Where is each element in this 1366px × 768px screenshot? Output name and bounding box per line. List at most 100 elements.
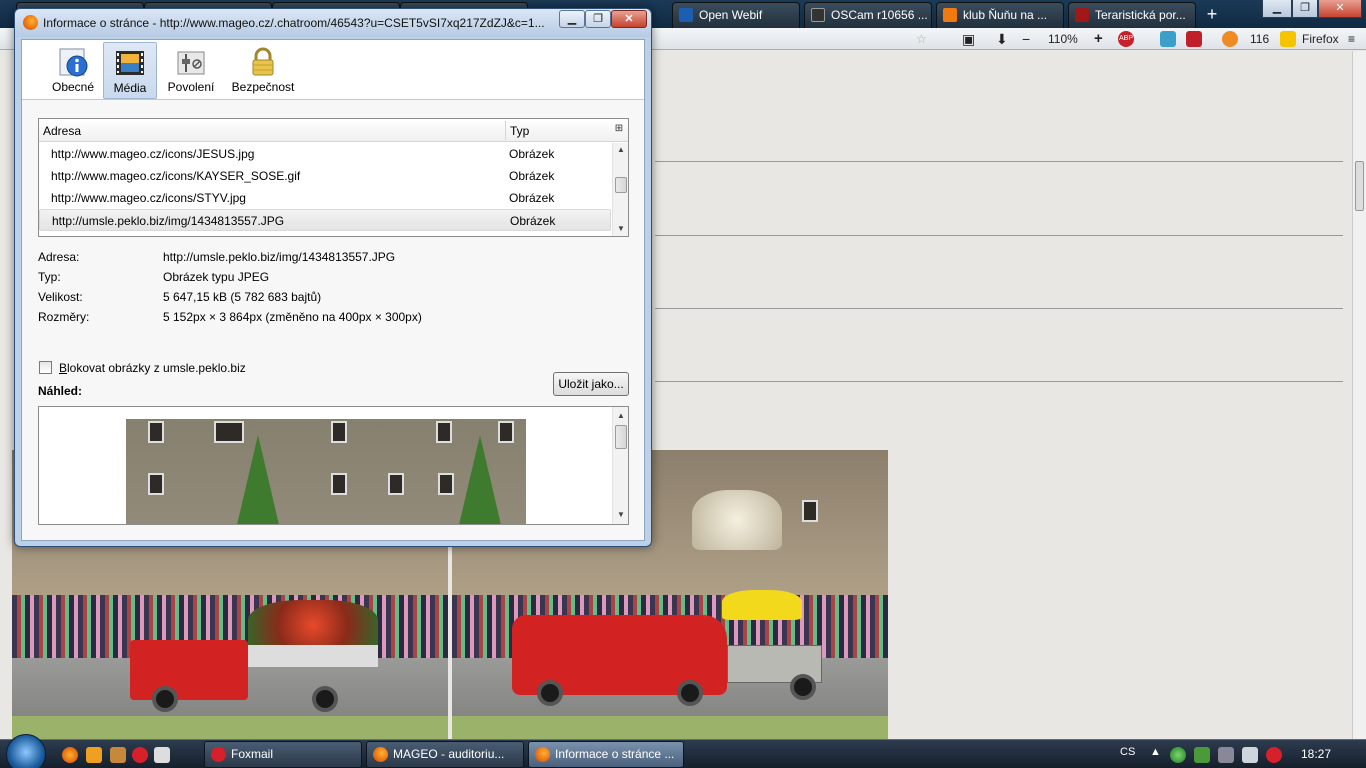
media-row[interactable]: http://www.mageo.cz/icons/STYV.jpg Obráz…	[39, 187, 611, 209]
volume-icon[interactable]	[1242, 747, 1258, 763]
dialog-maximize-button[interactable]: ❐	[585, 10, 611, 28]
window	[388, 473, 404, 495]
dialog-body: Obecné Média Povolení Bezpečnost Adresa …	[21, 39, 645, 541]
info-icon	[59, 48, 88, 77]
dialog-titlebar[interactable]: Informace o stránce - http://www.mageo.c…	[15, 9, 651, 37]
tab-label: Média	[113, 81, 147, 95]
column-picker-icon[interactable]: ⊞	[612, 122, 626, 136]
downloads-icon[interactable]: ⬇	[996, 30, 1008, 48]
browser-tab-terarium[interactable]: Teraristická por...	[1068, 2, 1196, 28]
zoom-out-button[interactable]: −	[1022, 30, 1030, 48]
column-address-header[interactable]: Adresa	[43, 124, 81, 138]
browser-tab-klub[interactable]: klub Ňuňu na ...	[936, 2, 1064, 28]
block-images-checkbox[interactable]	[39, 361, 52, 374]
taskbar-task-foxmail[interactable]: Foxmail	[204, 741, 362, 768]
ghostery-icon[interactable]	[1160, 31, 1176, 47]
media-address: http://umsle.peklo.biz/img/1434813557.JP…	[52, 214, 285, 228]
property-value: 5 152px × 3 864px (změněno na 400px × 30…	[163, 310, 422, 324]
quicklaunch-icon[interactable]	[154, 747, 170, 763]
taskbar: Foxmail MAGEO - auditoriu... Informace o…	[0, 734, 1366, 768]
scroll-up-icon[interactable]: ▲	[613, 409, 628, 423]
browser-tab-oscam[interactable]: OSCam r10656 ...	[804, 2, 932, 28]
browser-tab-label: klub Ňuňu na ...	[963, 8, 1048, 22]
scrollbar-thumb[interactable]	[615, 177, 627, 193]
openwebif-icon	[679, 8, 693, 22]
white-float	[692, 490, 782, 550]
window	[148, 421, 164, 443]
dialog-minimize-button[interactable]: ▁	[559, 10, 585, 28]
firefox-icon[interactable]	[62, 747, 78, 763]
window-minimize-button[interactable]: ▁	[1262, 0, 1292, 18]
firefox-icon	[23, 15, 38, 30]
scroll-down-icon[interactable]: ▼	[613, 222, 629, 236]
taskbar-task-mageo[interactable]: MAGEO - auditoriu...	[366, 741, 524, 768]
block-images-accesskey: B	[59, 361, 68, 375]
media-list-scrollbar[interactable]: ▲ ▼	[612, 143, 628, 236]
language-indicator[interactable]: CS	[1120, 746, 1135, 758]
property-label: Rozměry:	[38, 310, 90, 324]
media-list[interactable]: Adresa Typ ⊞ http://www.mageo.cz/icons/J…	[38, 118, 629, 237]
property-row: Typ: Obrázek typu JPEG	[38, 270, 628, 290]
scroll-down-icon[interactable]: ▼	[613, 508, 628, 522]
page-scrollbar[interactable]	[1352, 51, 1366, 739]
foxmail-icon[interactable]	[132, 747, 148, 763]
klub-icon	[943, 8, 957, 22]
window-maximize-button[interactable]: ❐	[1292, 0, 1318, 18]
foxmail-tray-icon[interactable]	[1266, 747, 1282, 763]
browser-tab-open-webif[interactable]: Open Webif	[672, 2, 800, 28]
task-label: MAGEO - auditoriu...	[393, 747, 505, 761]
tray-app-icon[interactable]	[1194, 747, 1210, 763]
show-hidden-icons[interactable]: ▲	[1150, 746, 1161, 758]
zoom-in-button[interactable]: +	[1094, 30, 1103, 48]
firefox-menu-label[interactable]: Firefox	[1302, 30, 1339, 48]
tab-permissions[interactable]: Povolení	[164, 42, 218, 99]
column-type-header[interactable]: Typ	[510, 124, 529, 138]
notification-icon[interactable]	[1280, 31, 1296, 47]
menu-icon[interactable]: ≡	[1348, 30, 1355, 48]
bookmarks-icon[interactable]: ▣	[962, 30, 975, 48]
tab-general[interactable]: Obecné	[48, 42, 98, 99]
bookmark-star-icon[interactable]: ☆	[916, 30, 927, 48]
page-info-dialog: Informace o stránce - http://www.mageo.c…	[14, 8, 652, 547]
start-button[interactable]	[6, 734, 46, 768]
property-label: Velikost:	[38, 290, 83, 304]
tray-app-icon[interactable]	[1170, 747, 1186, 763]
media-row-selected[interactable]: http://umsle.peklo.biz/img/1434813557.JP…	[39, 209, 611, 231]
red-truck	[130, 640, 248, 700]
page-scrollbar-thumb[interactable]	[1355, 161, 1364, 211]
quicklaunch-icon[interactable]	[110, 747, 126, 763]
wheel	[312, 686, 338, 712]
block-images-label[interactable]: Blokovat obrázky z umsle.peklo.biz	[59, 361, 246, 375]
tab-media[interactable]: Média	[103, 42, 157, 99]
property-label: Typ:	[38, 270, 61, 284]
window	[331, 421, 347, 443]
taskbar-task-page-info[interactable]: Informace o stránce ...	[528, 741, 684, 768]
column-separator	[505, 121, 506, 140]
preview-scrollbar[interactable]: ▲ ▼	[612, 407, 628, 524]
grass	[452, 715, 888, 739]
property-value: http://umsle.peklo.biz/img/1434813557.JP…	[163, 250, 396, 264]
save-as-button[interactable]: Uložit jako...	[553, 372, 629, 396]
adblock-icon[interactable]: ABP	[1118, 31, 1134, 47]
task-label: Informace o stránce ...	[555, 747, 675, 761]
network-icon[interactable]	[1218, 747, 1234, 763]
window-close-button[interactable]: ✕	[1318, 0, 1362, 18]
rss-icon[interactable]	[1222, 31, 1238, 47]
preview-pane[interactable]: ▲ ▼	[38, 406, 629, 525]
media-row[interactable]: http://www.mageo.cz/icons/KAYSER_SOSE.gi…	[39, 165, 611, 187]
quicklaunch-icon[interactable]	[86, 747, 102, 763]
tab-label: Povolení	[167, 80, 215, 94]
zoom-level[interactable]: 110%	[1048, 30, 1078, 48]
tab-security[interactable]: Bezpečnost	[230, 42, 296, 99]
scrollbar-thumb[interactable]	[615, 425, 627, 449]
dialog-close-button[interactable]: ✕	[611, 10, 647, 28]
addon-icon[interactable]	[1186, 31, 1202, 47]
divider	[655, 308, 1343, 309]
grass	[12, 715, 448, 739]
media-row[interactable]: http://www.mageo.cz/icons/JESUS.jpg Obrá…	[39, 143, 611, 165]
media-type: Obrázek	[509, 169, 555, 183]
info-tabs: Obecné Média Povolení Bezpečnost	[22, 40, 644, 100]
clock[interactable]: 18:27	[1296, 747, 1336, 761]
new-tab-button[interactable]: +	[1200, 4, 1224, 26]
scroll-up-icon[interactable]: ▲	[613, 143, 629, 157]
